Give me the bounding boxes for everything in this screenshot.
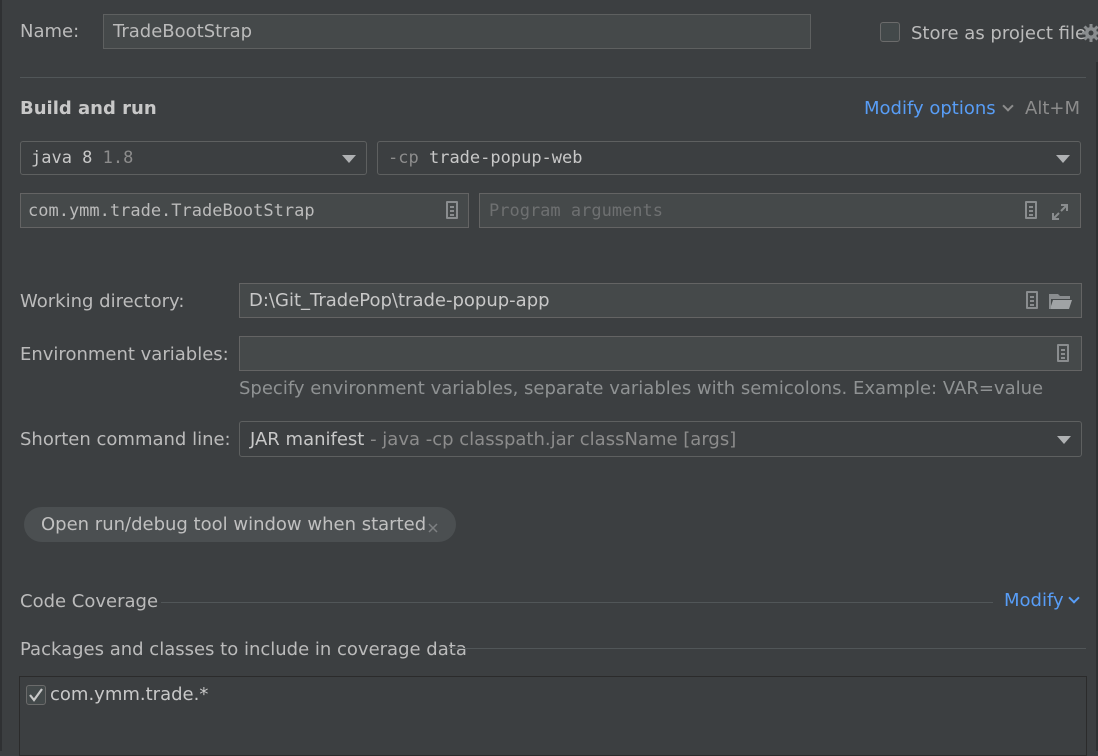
env-vars-hint: Specify environment variables, separate …	[239, 378, 1044, 399]
jre-version: 1.8	[102, 148, 134, 168]
gear-icon[interactable]	[1081, 23, 1098, 43]
coverage-modify-link[interactable]: Modify	[1004, 590, 1080, 612]
chevron-down-icon	[1067, 592, 1080, 604]
tool-window-chip-label: Open run/debug tool window when started	[41, 514, 427, 535]
coverage-separator	[161, 602, 993, 603]
packages-title: Packages and classes to include in cover…	[20, 639, 467, 660]
env-vars-label: Environment variables:	[20, 344, 229, 365]
chevron-down-icon	[1002, 100, 1014, 112]
code-coverage-title: Code Coverage	[20, 591, 159, 612]
working-directory-label: Working directory:	[20, 291, 185, 312]
main-class-field[interactable]: com.ymm.trade.TradeBootStrap	[20, 193, 469, 228]
shorten-hint: - java -cp classpath.jar className [args…	[370, 428, 737, 450]
store-project-file-label: Store as project file	[911, 23, 1087, 44]
shorten-value: JAR manifest	[250, 428, 365, 450]
cp-flag: -cp	[388, 148, 419, 168]
separator	[20, 77, 1086, 78]
build-run-title: Build and run	[20, 98, 157, 119]
name-label: Name:	[20, 21, 80, 42]
shorten-label: Shorten command line:	[20, 429, 231, 450]
jre-name: java 8	[31, 148, 93, 168]
folder-icon[interactable]	[1049, 292, 1073, 310]
shorten-combo[interactable]: JAR manifest - java -cp classpath.jar cl…	[239, 421, 1082, 457]
store-project-file-checkbox[interactable]	[880, 22, 900, 42]
name-field[interactable]: TradeBootStrap	[103, 14, 811, 49]
program-arguments-field[interactable]: Program arguments	[479, 193, 1081, 228]
working-directory-value: D:\Git_TradePop\trade-popup-app	[249, 290, 550, 311]
modify-options-link[interactable]: Modify options	[864, 98, 1014, 120]
dropdown-arrow-icon	[1057, 436, 1071, 444]
tool-window-chip[interactable]: Open run/debug tool window when started	[24, 507, 456, 542]
left-border	[0, 0, 2, 751]
packages-list[interactable]: com.ymm.trade.*	[19, 676, 1087, 756]
package-checkbox[interactable]	[26, 685, 46, 705]
package-name: com.ymm.trade.*	[50, 684, 209, 705]
modify-options-shortcut: Alt+M	[1025, 98, 1080, 119]
cp-module: trade-popup-web	[428, 148, 583, 168]
edit-list-icon[interactable]	[1025, 201, 1037, 219]
close-icon[interactable]	[427, 518, 439, 533]
jre-combo[interactable]: java 8 1.8	[20, 141, 367, 175]
packages-separator	[448, 648, 1086, 649]
name-value: TradeBootStrap	[113, 21, 253, 42]
macros-list-icon[interactable]	[1026, 291, 1038, 309]
main-class-value: com.ymm.trade.TradeBootStrap	[28, 200, 315, 221]
dropdown-arrow-icon	[342, 155, 356, 163]
classpath-combo[interactable]: -cp trade-popup-web	[377, 141, 1081, 175]
working-directory-field[interactable]: D:\Git_TradePop\trade-popup-app	[239, 283, 1082, 318]
dropdown-arrow-icon	[1056, 155, 1070, 163]
program-arguments-placeholder: Program arguments	[489, 200, 663, 221]
edit-env-icon[interactable]	[1057, 344, 1069, 362]
expand-icon[interactable]	[1050, 202, 1070, 222]
env-vars-field[interactable]	[239, 336, 1082, 371]
browse-list-icon[interactable]	[446, 201, 458, 219]
